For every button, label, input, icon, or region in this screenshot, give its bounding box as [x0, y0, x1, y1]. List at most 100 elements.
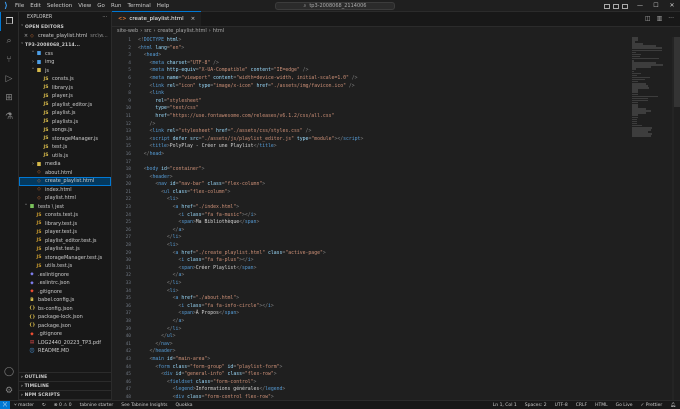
tree-folder[interactable]: › ▆ img: [19, 58, 111, 67]
code-line[interactable]: <li>: [138, 242, 608, 250]
run-debug-icon[interactable]: ▷: [0, 69, 19, 88]
code-line[interactable]: <link rel="icon" type="image/x-icon" hre…: [138, 83, 608, 91]
code-line[interactable]: rel="stylesheet": [138, 98, 608, 106]
problems-status[interactable]: ⊗ 0 ⚠ 0: [50, 403, 76, 408]
code-line[interactable]: <a href="./about.html">: [138, 295, 608, 303]
code-line[interactable]: </head>: [138, 151, 608, 159]
tree-folder[interactable]: ˅ ▆ tests \ jest: [19, 203, 111, 212]
open-preview-icon[interactable]: ◫: [645, 15, 651, 22]
code-line[interactable]: <span>Ma Bibliothèque</span>: [138, 219, 608, 227]
tree-file[interactable]: JS consts.js: [19, 75, 111, 84]
tree-file[interactable]: {} bs-config.json: [19, 305, 111, 314]
tree-file[interactable]: JS player.test.js: [19, 228, 111, 237]
code-view[interactable]: 1 2 3 4 5 6 7 8 9 10 11 12 13 14 15 16 17 18 19 20 21 22 23 24 2…: [112, 37, 680, 400]
code-line[interactable]: <meta name="viewport" content="width=dev…: [138, 75, 608, 83]
tree-file[interactable]: {} package-lock.json: [19, 313, 111, 322]
code-line[interactable]: <a href="./create_playlist.html" class="…: [138, 250, 608, 258]
quokka-status[interactable]: Quokka: [171, 403, 196, 408]
code-line[interactable]: <div id="general-info" class="flex-row">: [138, 371, 608, 379]
split-editor-icon[interactable]: ▥: [657, 15, 663, 22]
tabnine-insights[interactable]: See Tabnine Insights: [117, 403, 171, 408]
code-line[interactable]: <body id="container">: [138, 166, 608, 174]
tree-folder[interactable]: ˅ ▆ js: [19, 67, 111, 76]
tree-file[interactable]: {} package.json: [19, 322, 111, 331]
menu-item-go[interactable]: Go: [94, 0, 108, 12]
code-line[interactable]: <legend>Informations générales</legend>: [138, 386, 608, 394]
section-npm-scripts[interactable]: › NPM SCRIPTS: [19, 391, 111, 400]
code-line[interactable]: <!DOCTYPE html>: [138, 37, 608, 45]
close-tab-icon[interactable]: ×: [191, 16, 196, 22]
testing-icon[interactable]: ⚗: [0, 107, 19, 126]
remote-icon[interactable]: ⟩⟨: [0, 400, 10, 409]
sync-icon[interactable]: ↻: [38, 403, 50, 408]
tree-file[interactable]: JS playlists.js: [19, 118, 111, 127]
branch-status[interactable]: ⑂ master: [10, 402, 38, 408]
code-line[interactable]: <li>: [138, 288, 608, 296]
tree-file[interactable]: JS playlist.js: [19, 109, 111, 118]
editor-scrollbar[interactable]: [674, 37, 680, 107]
code-line[interactable]: <li>: [138, 196, 608, 204]
code-line[interactable]: </li>: [138, 326, 608, 334]
cursor-position[interactable]: Ln 1, Col 1: [489, 403, 521, 408]
code-line[interactable]: <meta charset="UTF-8" />: [138, 60, 608, 68]
search-activity-icon[interactable]: ⌕: [0, 31, 19, 50]
open-editor-item[interactable]: × ◇ create_playlist.html src\w...: [19, 32, 111, 41]
tree-file[interactable]: ◆ .gitignore: [19, 288, 111, 297]
tree-file[interactable]: JS songs.js: [19, 126, 111, 135]
tree-file[interactable]: ◇ about.html: [19, 169, 111, 178]
code-line[interactable]: <main id="main-area">: [138, 356, 608, 364]
section-timeline[interactable]: › TIMELINE: [19, 382, 111, 391]
code-line[interactable]: </li>: [138, 280, 608, 288]
code-line[interactable]: <i class="fa fa-info-circle"></i>: [138, 303, 608, 311]
tree-file[interactable]: JS playlist_editor.js: [19, 101, 111, 110]
encoding-status[interactable]: UTF-8: [551, 403, 572, 408]
code-line[interactable]: <html lang="en">: [138, 45, 608, 53]
language-mode[interactable]: HTML: [591, 403, 612, 408]
code-line[interactable]: <nav id="nav-bar" class="flex-column">: [138, 181, 608, 189]
menu-item-file[interactable]: File: [12, 0, 27, 12]
tree-file[interactable]: JS storageManager.test.js: [19, 254, 111, 263]
menu-item-terminal[interactable]: Terminal: [124, 0, 153, 12]
tree-file[interactable]: JS consts.test.js: [19, 211, 111, 220]
tree-file[interactable]: ▤ LOG2440_20223_TP3.pdf: [19, 339, 111, 348]
code-line[interactable]: </a>: [138, 272, 608, 280]
code-line[interactable]: <meta http-equiv="X-UA-Compatible" conte…: [138, 67, 608, 75]
code-line[interactable]: <head>: [138, 52, 608, 60]
manage-gear-icon[interactable]: ⚙: [0, 381, 19, 400]
code-line[interactable]: <link rel="stylesheet" href="./assets/cs…: [138, 128, 608, 136]
code-line[interactable]: <form class="form-group" id="playlist-fo…: [138, 364, 608, 372]
prettier-status[interactable]: ✓ Prettier: [637, 403, 667, 408]
notifications-bell-icon[interactable]: 🔔︎: [666, 403, 680, 408]
menu-item-help[interactable]: Help: [154, 0, 173, 12]
tree-file[interactable]: ◆ .eslintignore: [19, 271, 111, 280]
code-line[interactable]: </header>: [138, 348, 608, 356]
code-lines[interactable]: <!DOCTYPE html> <html lang="en"> <head> <…: [138, 37, 608, 400]
code-line[interactable]: <link: [138, 90, 608, 98]
tree-file[interactable]: JS library.test.js: [19, 220, 111, 229]
code-line[interactable]: href="https://use.fontawesome.com/releas…: [138, 113, 608, 121]
tree-file[interactable]: JS utils.js: [19, 152, 111, 161]
section-outline[interactable]: › OUTLINE: [19, 373, 111, 382]
extensions-icon[interactable]: ⊞: [0, 88, 19, 107]
menu-item-selection[interactable]: Selection: [44, 0, 75, 12]
tree-file[interactable]: JS player.js: [19, 92, 111, 101]
tab-create-playlist[interactable]: <> create_playlist.html ×: [112, 11, 202, 26]
code-line[interactable]: </nav>: [138, 341, 608, 349]
minimap[interactable]: [632, 37, 672, 177]
breadcrumb-item[interactable]: html: [213, 27, 224, 36]
code-line[interactable]: <title>PolyPlay - Créer une Playlist</ti…: [138, 143, 608, 151]
explorer-icon[interactable]: ❐: [0, 12, 19, 31]
breadcrumb-item[interactable]: create_playlist.html: [158, 27, 207, 36]
code-line[interactable]: <i class="fa fa-plus"></i>: [138, 257, 608, 265]
more-actions-icon[interactable]: ···: [102, 12, 107, 23]
code-line[interactable]: <i class="fa fa-music"></i>: [138, 212, 608, 220]
tree-file[interactable]: ◇ create_playlist.html: [19, 177, 111, 186]
tree-file[interactable]: JS test.js: [19, 143, 111, 152]
breadcrumb-item[interactable]: src: [144, 27, 151, 36]
code-line[interactable]: <header>: [138, 174, 608, 182]
code-line[interactable]: </a>: [138, 227, 608, 235]
project-folder-header[interactable]: ˅ TP3-2008068_2114...: [19, 41, 111, 50]
tree-file[interactable]: ◆ .gitignore: [19, 330, 111, 339]
code-line[interactable]: </ul>: [138, 333, 608, 341]
tree-file[interactable]: Bbabel.config.js: [19, 296, 111, 305]
